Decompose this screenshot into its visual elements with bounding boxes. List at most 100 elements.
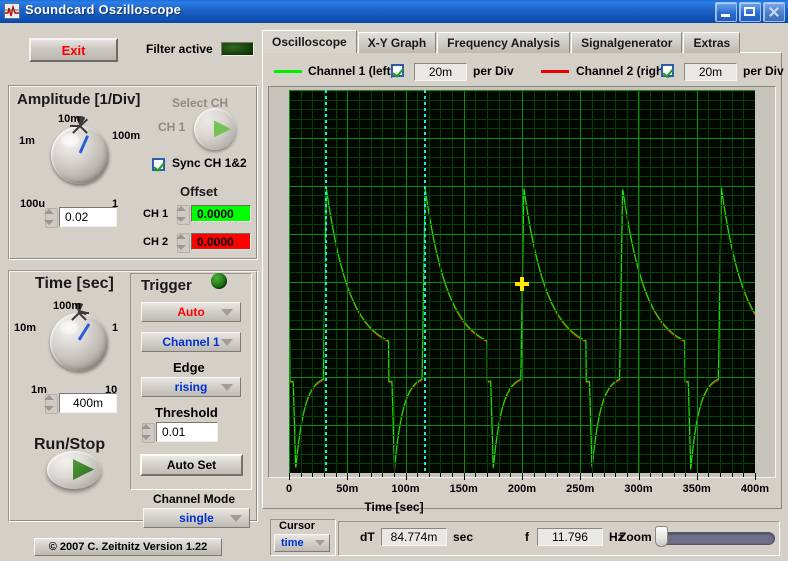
channel2-color-swatch [541, 70, 569, 73]
x-tick-label: 150m [449, 483, 478, 495]
amplitude-knob[interactable] [51, 126, 109, 184]
x-tick-label: 0 [285, 483, 293, 495]
run-stop-button[interactable] [47, 451, 101, 489]
window-title: Soundcard Oszilloscope [25, 2, 182, 17]
tab-oscilloscope[interactable]: Oscilloscope [262, 30, 357, 53]
window-titlebar: Soundcard Oszilloscope [0, 0, 788, 23]
grid-major-horizontal [289, 186, 755, 187]
chevron-down-icon [230, 515, 242, 522]
x-tick-label: 200m [507, 483, 537, 495]
time-value-input[interactable]: 400m [59, 393, 117, 413]
time-cursor-1[interactable] [324, 90, 327, 473]
grid-major-horizontal [289, 425, 755, 426]
chevron-down-icon [221, 384, 233, 391]
amplitude-knob-label-10m: 10m [58, 113, 81, 125]
trigger-threshold-stepper[interactable] [141, 422, 155, 443]
trigger-panel: Trigger Auto Channel 1 Edge rising Thres… [130, 273, 252, 490]
amplitude-knob-label-100m: 100m [112, 130, 141, 142]
chevron-down-icon [221, 339, 233, 346]
filter-active-label: Filter active [146, 42, 213, 56]
close-icon[interactable] [763, 2, 785, 22]
channel2-enable-checkbox[interactable] [661, 64, 674, 77]
waveform-icon [4, 3, 20, 19]
time-knob-label-10m: 10m [14, 322, 37, 334]
oscilloscope-plot[interactable] [289, 90, 755, 473]
grid-major-horizontal [289, 90, 755, 91]
trigger-mode-select[interactable]: Auto [141, 302, 241, 322]
time-knob[interactable] [50, 313, 108, 371]
minimize-icon[interactable] [715, 2, 737, 22]
filter-active-led[interactable] [221, 42, 254, 56]
exit-button[interactable]: Exit [29, 38, 118, 62]
zoom-label: Zoom [619, 530, 652, 544]
dt-value: 84.774m [381, 528, 447, 546]
trigger-source-select[interactable]: Channel 1 [141, 332, 241, 352]
tabstrip: Oscilloscope X-Y Graph Frequency Analysi… [262, 30, 782, 53]
x-tick-label: 350m [682, 483, 711, 495]
trigger-edge-select[interactable]: rising [141, 377, 241, 397]
app-window: Soundcard Oszilloscope Exit Filter activ… [0, 0, 788, 561]
x-tick-label: 300m [624, 483, 653, 495]
cursor-title: Cursor [279, 520, 316, 532]
grid-major-horizontal [289, 329, 755, 330]
offset-ch1-stepper[interactable] [176, 204, 190, 225]
zoom-slider-track[interactable] [658, 532, 775, 545]
cursor-marker[interactable] [515, 276, 529, 291]
cursor-mode-select[interactable]: time [274, 534, 330, 552]
channel2-perdiv-value[interactable]: 20m [684, 63, 737, 81]
maximize-icon[interactable] [739, 2, 761, 22]
tab-xy-graph[interactable]: X-Y Graph [357, 32, 437, 53]
auto-set-button[interactable]: Auto Set [140, 454, 243, 476]
select-ch-knob[interactable] [194, 108, 236, 150]
amplitude-title: Amplitude [1/Div] [17, 91, 141, 108]
offset-ch2-stepper[interactable] [176, 232, 190, 253]
x-axis-title: Time [sec] [364, 500, 424, 514]
time-stepper[interactable] [44, 393, 58, 414]
tab-extras[interactable]: Extras [683, 32, 741, 53]
x-tick-label: 50m [336, 483, 359, 495]
offset-title: Offset [180, 184, 218, 199]
amplitude-knob-label-100u: 100u [20, 198, 46, 210]
amplitude-knob-label-1m: 1m [19, 135, 35, 147]
grid-major-horizontal [289, 234, 755, 235]
f-label: f [525, 530, 529, 544]
chevron-down-icon [315, 540, 325, 546]
trigger-source-value: Channel 1 [162, 335, 220, 349]
time-knob-label-100m: 100m [53, 300, 82, 312]
time-cursor-2[interactable] [423, 90, 426, 473]
offset-ch1-label: CH 1 [143, 208, 169, 220]
x-tick-label: 100m [391, 483, 420, 495]
amplitude-value-input[interactable]: 0.02 [59, 207, 117, 227]
grid-major-horizontal [289, 377, 755, 378]
trigger-threshold-label: Threshold [155, 405, 218, 420]
cursor-mode-value: time [281, 537, 304, 549]
channel2-perdiv-label: per Div [743, 64, 784, 78]
trigger-mode-value: Auto [177, 305, 205, 319]
cursor-box: Cursor time [270, 519, 336, 556]
x-tick-label: 400m [740, 483, 770, 495]
sync-ch-checkbox[interactable] [152, 158, 165, 171]
tab-frequency-analysis[interactable]: Frequency Analysis [437, 32, 571, 53]
chevron-down-icon [221, 309, 233, 316]
amplitude-stepper[interactable] [44, 207, 58, 228]
channel1-perdiv-label: per Div [473, 64, 514, 78]
select-ch-value: CH 1 [158, 120, 186, 134]
trigger-led [211, 273, 227, 289]
grid-major-horizontal [289, 138, 755, 139]
zoom-slider-thumb[interactable] [655, 526, 668, 547]
channel1-color-swatch [274, 70, 302, 73]
offset-ch2-label: CH 2 [143, 236, 169, 248]
channel2-label: Channel 2 (right) [576, 64, 672, 78]
trigger-edge-label: Edge [173, 360, 205, 375]
offset-ch1-value[interactable]: 0.0000 [191, 205, 251, 222]
tab-signalgenerator[interactable]: Signalgenerator [571, 32, 683, 53]
copyright-label: © 2007 C. Zeitnitz Version 1.22 [34, 538, 222, 556]
dt-unit: sec [453, 530, 474, 544]
trigger-threshold-input[interactable]: 0.01 [156, 422, 218, 442]
offset-ch2-value[interactable]: 0.0000 [191, 233, 251, 250]
time-knob-label-1: 1 [112, 322, 119, 334]
channel1-perdiv-value[interactable]: 20m [414, 63, 467, 81]
f-value: 11.796 [537, 528, 603, 546]
amplitude-panel: Amplitude [1/Div] 100u 1m 10m 100m 1 0.0… [8, 85, 258, 260]
channel1-enable-checkbox[interactable] [391, 64, 404, 77]
